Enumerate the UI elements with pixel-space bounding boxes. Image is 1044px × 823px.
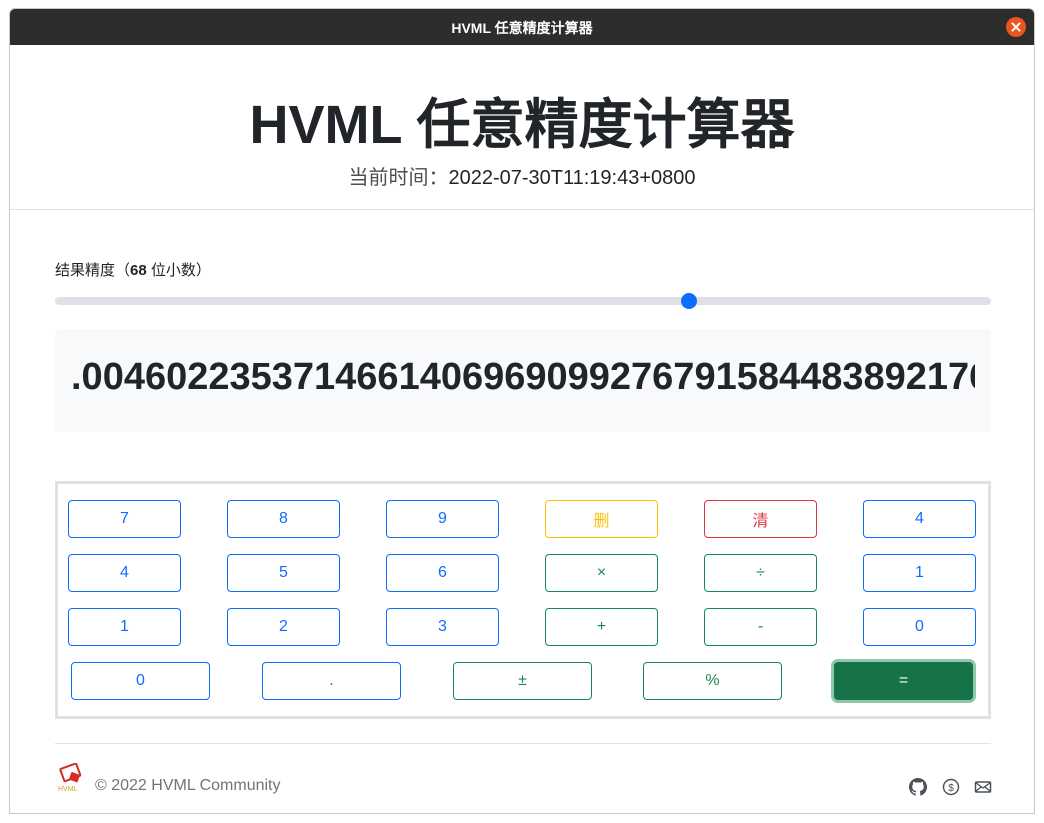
window-close-button[interactable] [1006, 17, 1026, 37]
logo-text: HVML [58, 786, 78, 793]
key-1-extra[interactable]: 1 [863, 554, 976, 592]
hvml-logo-icon: HVML [58, 763, 82, 793]
result-value: .004602235371466140696909927679158448389… [71, 356, 975, 398]
key-0[interactable]: 0 [71, 662, 210, 700]
precision-label: 结果精度（68 位小数） [55, 259, 211, 280]
key-minus[interactable]: - [704, 608, 817, 646]
key-decimal[interactable]: . [262, 662, 401, 700]
precision-digits: 68 [130, 262, 147, 279]
key-sign[interactable]: ± [453, 662, 592, 700]
key-7[interactable]: 7 [68, 500, 181, 538]
key-percent[interactable]: % [643, 662, 782, 700]
footer-divider [55, 743, 991, 744]
page-header: HVML 任意精度计算器 当前时间：2022-07-30T11:19:43+08… [10, 45, 1034, 210]
precision-slider[interactable] [55, 293, 991, 309]
key-6[interactable]: 6 [386, 554, 499, 592]
key-5[interactable]: 5 [227, 554, 340, 592]
window-title: HVML 任意精度计算器 [451, 20, 593, 36]
page-title: HVML 任意精度计算器 [249, 95, 795, 155]
app-window: HVML 任意精度计算器 HVML 任意精度计算器 当前时间：2022-07-3… [9, 8, 1035, 814]
precision-slider-thumb[interactable] [680, 293, 697, 309]
calculator-keypad: 7 8 9 删 清 4 4 5 6 × ÷ 1 1 2 3 + - 0 0. ±% = [55, 481, 991, 719]
precision-label-prefix: 结果精度（ [55, 262, 131, 279]
key-delete[interactable]: 删 [545, 500, 658, 538]
dollar-icon[interactable]: $ [942, 778, 960, 796]
key-3[interactable]: 3 [386, 608, 499, 646]
key-plus[interactable]: + [545, 608, 658, 646]
current-time-value: 2022-07-30T11:19:43+0800 [448, 167, 696, 189]
svg-text:$: $ [948, 783, 954, 794]
mail-icon[interactable] [974, 778, 992, 796]
key-4[interactable]: 4 [68, 554, 181, 592]
current-time: 当前时间：2022-07-30T11:19:43+0800 [10, 164, 1034, 192]
key-clear[interactable]: 清 [704, 500, 817, 538]
current-time-label: 当前时间： [348, 167, 449, 189]
close-icon [1011, 22, 1021, 32]
key-2[interactable]: 2 [227, 608, 340, 646]
key-8[interactable]: 8 [227, 500, 340, 538]
key-divide[interactable]: ÷ [704, 554, 817, 592]
window-titlebar: HVML 任意精度计算器 [10, 9, 1034, 45]
key-9[interactable]: 9 [386, 500, 499, 538]
key-multiply[interactable]: × [545, 554, 658, 592]
precision-label-suffix: 位小数） [146, 262, 211, 279]
key-1[interactable]: 1 [68, 608, 181, 646]
github-icon[interactable] [909, 778, 927, 796]
key-equals[interactable]: = [834, 662, 973, 700]
copyright-text: © 2022 HVML Community [95, 777, 281, 794]
result-display: .004602235371466140696909927679158448389… [55, 329, 991, 432]
key-0-extra[interactable]: 0 [863, 608, 976, 646]
key-4-extra[interactable]: 4 [863, 500, 976, 538]
